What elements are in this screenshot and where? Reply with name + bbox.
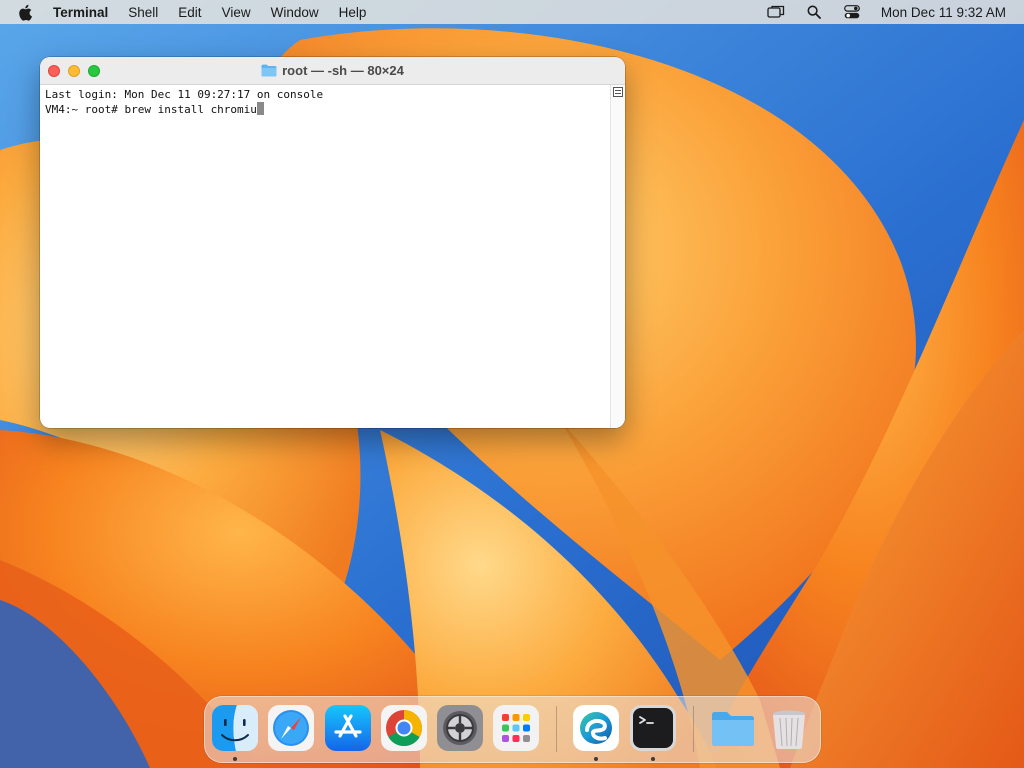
folder-icon xyxy=(261,64,277,77)
finder-icon[interactable] xyxy=(212,705,258,751)
control-center-icon[interactable] xyxy=(843,4,861,20)
terminal-prompt-line[interactable]: VM4:~ root# brew install chromiu xyxy=(45,102,605,117)
window-title: root — -sh — 80×24 xyxy=(261,63,404,78)
edge-icon[interactable] xyxy=(573,705,619,751)
screen-mirroring-icon[interactable] xyxy=(767,4,785,20)
menu-window[interactable]: Window xyxy=(271,5,319,20)
chrome-icon[interactable] xyxy=(381,705,427,751)
app-store-icon[interactable] xyxy=(325,705,371,751)
menu-edit[interactable]: Edit xyxy=(178,5,201,20)
menu-bar-clock[interactable]: Mon Dec 11 9:32 AM xyxy=(881,5,1006,20)
window-title-text: root — -sh — 80×24 xyxy=(282,63,404,78)
apple-menu-icon[interactable] xyxy=(18,3,34,21)
trash-icon[interactable] xyxy=(766,705,812,751)
launchpad-icon[interactable] xyxy=(493,705,539,751)
running-indicator xyxy=(233,757,237,761)
dock-divider xyxy=(693,706,694,752)
terminal-icon[interactable] xyxy=(630,705,676,751)
menu-help[interactable]: Help xyxy=(339,5,367,20)
running-indicator xyxy=(651,757,655,761)
menu-bar: Terminal Shell Edit View Window Help Mon… xyxy=(0,0,1024,24)
terminal-line: Last login: Mon Dec 11 09:27:17 on conso… xyxy=(45,88,324,101)
menu-shell[interactable]: Shell xyxy=(128,5,158,20)
terminal-window[interactable]: root — -sh — 80×24 Last login: Mon Dec 1… xyxy=(40,57,625,428)
folder-icon[interactable] xyxy=(710,705,756,751)
system-settings-icon[interactable] xyxy=(437,705,483,751)
terminal-content[interactable]: Last login: Mon Dec 11 09:27:17 on conso… xyxy=(40,85,610,428)
terminal-input-text: VM4:~ root# brew install chromiu xyxy=(45,103,257,116)
safari-icon[interactable] xyxy=(268,705,314,751)
zoom-button[interactable] xyxy=(88,65,100,77)
running-indicator xyxy=(594,757,598,761)
menu-view[interactable]: View xyxy=(222,5,251,20)
window-titlebar[interactable]: root — -sh — 80×24 xyxy=(40,57,625,85)
scrollbar[interactable] xyxy=(610,85,625,428)
close-button[interactable] xyxy=(48,65,60,77)
split-pane-icon[interactable] xyxy=(613,87,623,97)
window-controls xyxy=(48,65,100,77)
text-cursor xyxy=(256,102,264,115)
minimize-button[interactable] xyxy=(68,65,80,77)
dock xyxy=(204,696,821,763)
spotlight-search-icon[interactable] xyxy=(805,4,823,20)
menu-app-name[interactable]: Terminal xyxy=(53,5,108,20)
dock-divider xyxy=(556,706,557,752)
